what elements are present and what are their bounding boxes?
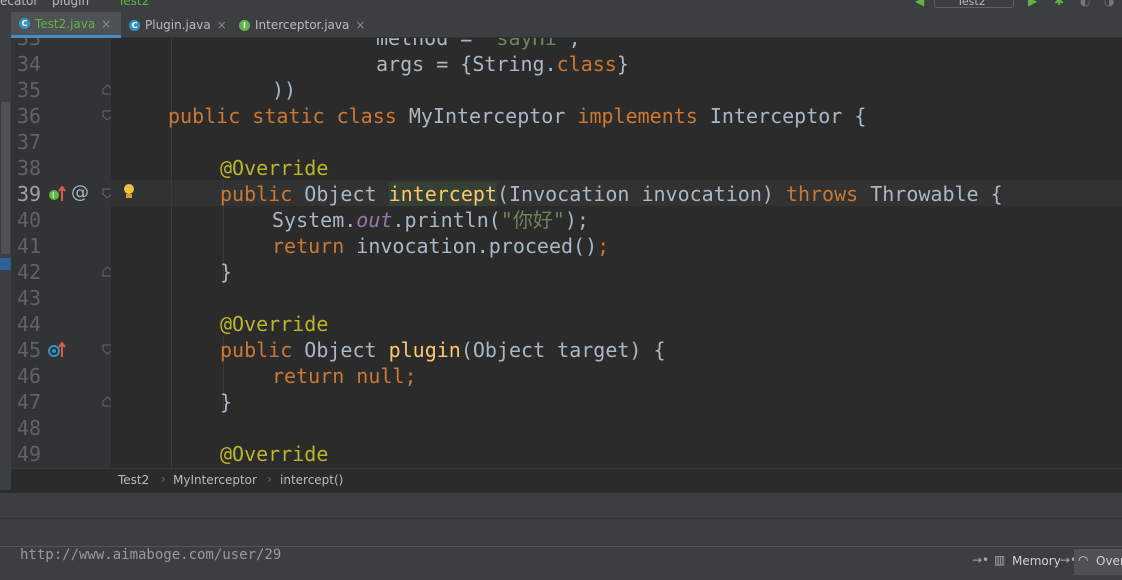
chevron-right-icon: › <box>161 472 166 486</box>
profile-icon[interactable]: ◑ <box>1104 0 1114 8</box>
tab-test2-java[interactable]: C Test2.java × <box>11 12 121 38</box>
fold-marker-icon[interactable] <box>102 266 111 277</box>
tab-label: Test2.java <box>35 16 96 31</box>
project-tool-tab[interactable] <box>1 102 10 254</box>
back-arrow-icon[interactable]: ◀ <box>915 0 924 8</box>
line-number: 38 <box>17 156 42 180</box>
line-number: 37 <box>17 130 42 154</box>
debug-icon[interactable]: ✱ <box>1054 0 1064 8</box>
nav-crumb-package[interactable]: ecator <box>0 0 38 8</box>
code-line-36: public static class MyInterceptor implem… <box>168 104 867 128</box>
line-number: 36 <box>17 104 42 128</box>
fold-marker-icon[interactable] <box>102 396 111 407</box>
line-number: 44 <box>17 312 42 336</box>
breadcrumb-item-method[interactable]: intercept() <box>280 473 343 487</box>
close-icon[interactable]: × <box>355 18 365 32</box>
interface-icon: I <box>239 19 250 31</box>
memory-indicator-icon: ▥ <box>994 553 1006 567</box>
line-number: 40 <box>17 208 42 232</box>
nav-crumb-plugin[interactable]: plugin <box>52 0 89 8</box>
chevron-right-icon: › <box>267 472 272 486</box>
code-line-46: return null; <box>272 364 417 388</box>
fold-marker-icon[interactable] <box>102 84 111 95</box>
coverage-icon[interactable]: ◐ <box>1080 0 1090 8</box>
overview-label: Over <box>1096 554 1122 568</box>
editor-tab-bar: C Test2.java × C Plugin.java × I Interce… <box>11 12 1122 38</box>
code-line-35: )) <box>272 78 297 102</box>
line-number: 49 <box>17 442 42 466</box>
run-icon[interactable]: ▶ <box>1028 0 1037 8</box>
code-line-33: method = "sayHi", <box>376 38 581 50</box>
code-line-49: @Override <box>220 442 329 466</box>
line-number: 47 <box>17 390 42 414</box>
lightbulb-icon[interactable] <box>121 182 137 202</box>
structure-tool-tab[interactable] <box>0 258 11 270</box>
svg-text:I: I <box>52 191 54 200</box>
code-line-40: System.out.println("你好"); <box>272 208 589 232</box>
line-number: 34 <box>17 52 42 76</box>
line-number: 46 <box>17 364 42 388</box>
fold-marker-icon[interactable] <box>102 188 111 199</box>
left-tool-strip <box>0 12 11 490</box>
implements-method-icon[interactable]: I <box>48 185 68 203</box>
tab-label: Plugin.java <box>145 18 211 32</box>
overrides-method-icon[interactable] <box>48 341 68 359</box>
code-line-39: public Object intercept(Invocation invoc… <box>220 182 1003 206</box>
code-line-41: return invocation.proceed(); <box>272 234 610 258</box>
memory-indicator[interactable]: Memory <box>1012 554 1061 568</box>
line-separator-icon[interactable]: →• <box>972 553 989 567</box>
annotation-at-icon[interactable]: @ <box>71 182 89 203</box>
overview-button[interactable]: ◠ Over <box>1074 549 1122 575</box>
line-number-current: 39 <box>17 182 42 206</box>
line-number: 33 <box>17 38 42 50</box>
breadcrumb-item-file[interactable]: Test2 <box>118 473 149 487</box>
line-number: 43 <box>17 286 42 310</box>
tool-window-bar <box>0 518 1122 546</box>
code-line-44: @Override <box>220 312 329 336</box>
fold-marker-icon[interactable] <box>102 110 111 121</box>
breadcrumb-item-class[interactable]: MyInterceptor <box>173 473 257 487</box>
breadcrumb: Test2 › MyInterceptor › intercept() <box>11 468 1122 492</box>
run-config-select[interactable]: Test2 <box>934 0 1014 8</box>
class-icon: C <box>19 18 30 29</box>
fold-marker-icon[interactable] <box>102 344 111 355</box>
tab-plugin-java[interactable]: C Plugin.java × <box>121 12 231 38</box>
close-icon[interactable]: × <box>101 17 111 31</box>
line-number: 41 <box>17 234 42 258</box>
line-number: 45 <box>17 338 42 362</box>
navigation-bar: ecator plugin Test2 Test2 ◀ ▶ ✱ ◐ ◑ <box>0 0 1122 12</box>
status-bar: http://www.aimaboge.com/user/29 →• ▥ Mem… <box>0 546 1122 580</box>
editor-gutter[interactable]: 33 34 35 36 37 38 39 40 41 42 43 44 45 4… <box>11 38 111 468</box>
watermark-url: http://www.aimaboge.com/user/29 <box>20 547 282 563</box>
code-line-34: args = {String.class} <box>376 52 629 76</box>
code-line-42: } <box>220 260 233 284</box>
code-line-45: public Object plugin(Object target) { <box>220 338 666 362</box>
close-icon[interactable]: × <box>217 18 227 32</box>
line-number: 48 <box>17 416 42 440</box>
code-line-47: } <box>220 390 233 414</box>
tab-interceptor-java[interactable]: I Interceptor.java × <box>231 12 381 38</box>
line-number: 35 <box>17 78 42 102</box>
line-number: 42 <box>17 260 42 284</box>
code-line-38: @Override <box>220 156 329 180</box>
nav-crumb-file[interactable]: Test2 <box>118 0 149 8</box>
gauge-icon: ◠ <box>1078 553 1089 567</box>
run-config-label: Test2 <box>957 0 986 8</box>
code-editor[interactable]: method = "sayHi", args = {String.class} … <box>111 38 1122 468</box>
tool-window-area <box>0 492 1122 518</box>
tab-label: Interceptor.java <box>255 18 350 32</box>
class-icon: C <box>129 19 140 31</box>
